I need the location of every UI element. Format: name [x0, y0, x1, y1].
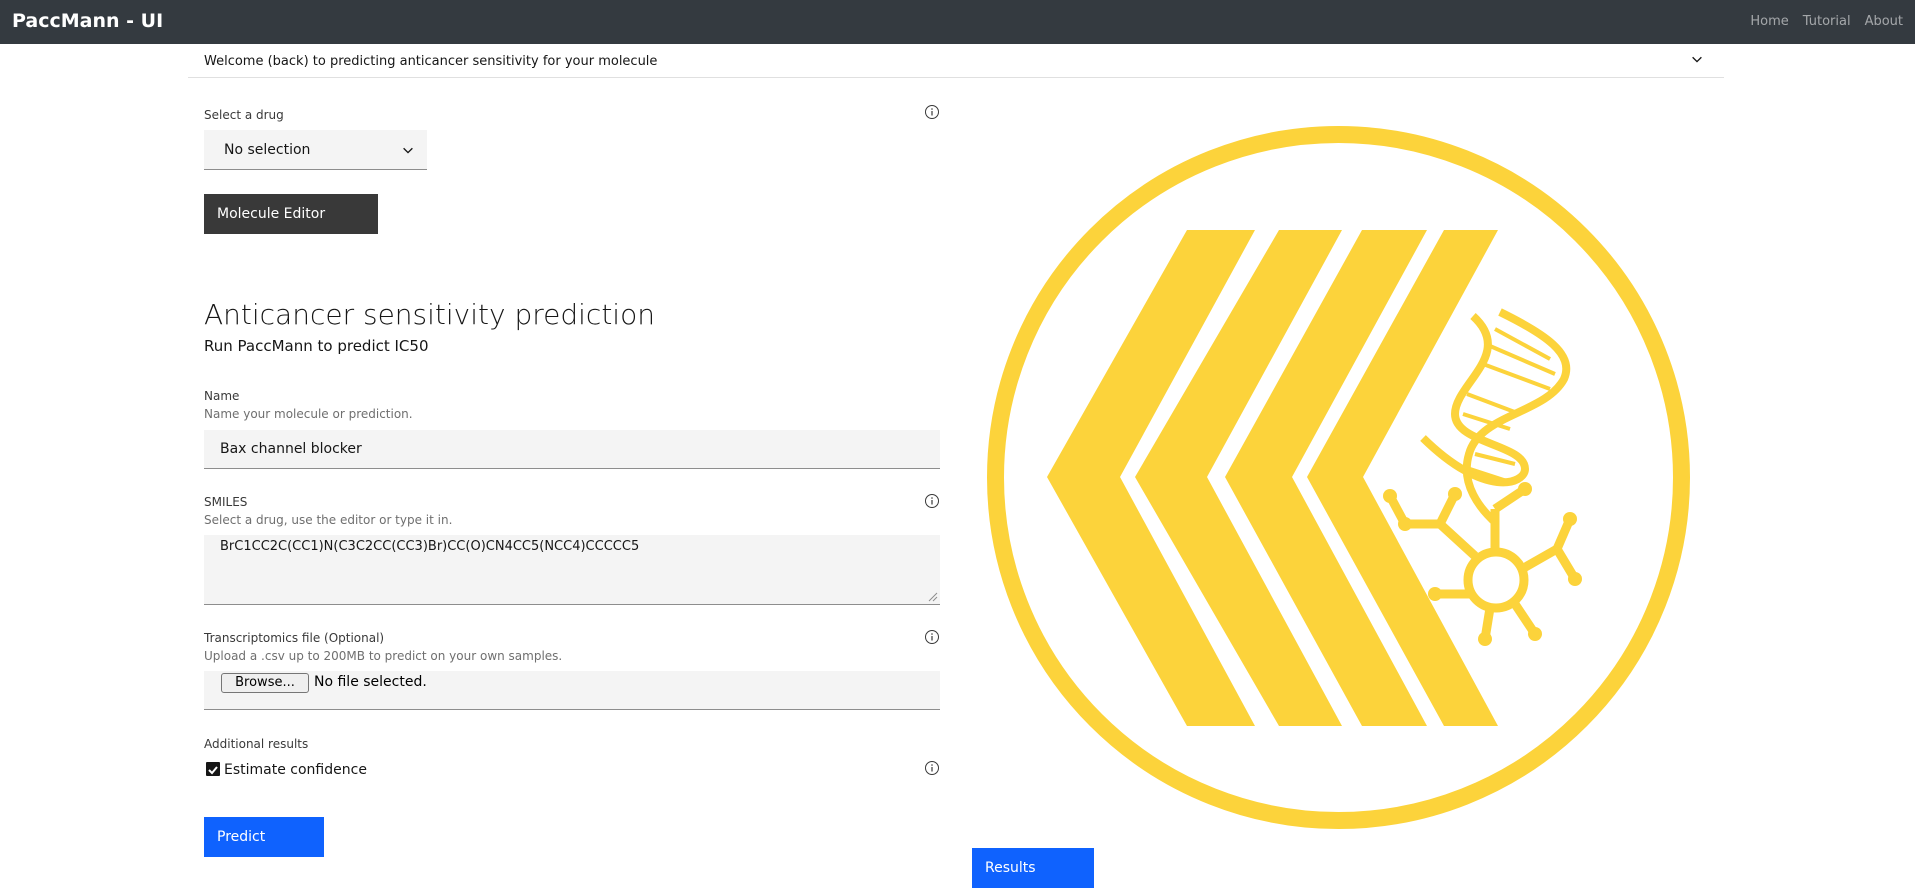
- browse-button[interactable]: Browse...: [221, 673, 309, 693]
- additional-results-label: Additional results: [204, 737, 309, 751]
- accordion-title: Welcome (back) to predicting anticancer …: [204, 54, 658, 69]
- paccmann-logo: [987, 126, 1690, 829]
- nav-link-about[interactable]: About: [1865, 14, 1903, 29]
- drug-select-label: Select a drug: [204, 108, 284, 122]
- estimate-confidence-checkbox[interactable]: [206, 762, 220, 776]
- smiles-label: SMILES: [204, 495, 248, 509]
- app-title[interactable]: PaccMann - UI: [12, 10, 163, 32]
- name-input-value: Bax channel blocker: [220, 441, 362, 457]
- info-icon[interactable]: [924, 493, 940, 509]
- file-status: No file selected.: [314, 674, 427, 690]
- predict-button[interactable]: Predict: [204, 817, 324, 857]
- smiles-value: BrC1CC2C(CC1)N(C3C2CC(CC3)Br)CC(O)CN4CC5…: [220, 539, 640, 554]
- nav-link-home[interactable]: Home: [1750, 14, 1788, 29]
- checkmark-icon: [208, 766, 218, 775]
- info-icon[interactable]: [924, 104, 940, 120]
- chevron-down-icon: [1692, 56, 1702, 63]
- info-icon[interactable]: [924, 629, 940, 645]
- nav-link-tutorial[interactable]: Tutorial: [1803, 14, 1851, 29]
- drug-select[interactable]: No selection: [204, 130, 427, 170]
- nav-links: Home Tutorial About: [1750, 14, 1903, 29]
- resize-handle-icon[interactable]: [927, 591, 938, 602]
- smiles-helper: Select a drug, use the editor or type it…: [204, 513, 453, 527]
- welcome-accordion[interactable]: Welcome (back) to predicting anticancer …: [188, 44, 1724, 78]
- name-input[interactable]: Bax channel blocker: [204, 430, 940, 469]
- name-label: Name: [204, 389, 240, 403]
- chevron-down-icon: [403, 147, 413, 154]
- smiles-textarea[interactable]: BrC1CC2C(CC1)N(C3C2CC(CC3)Br)CC(O)CN4CC5…: [204, 535, 940, 605]
- transcriptomics-label: Transcriptomics file (Optional): [204, 631, 385, 645]
- name-helper: Name your molecule or prediction.: [204, 407, 413, 421]
- results-button[interactable]: Results: [972, 848, 1094, 888]
- drug-select-value: No selection: [224, 142, 311, 158]
- page-subtitle: Run PaccMann to predict IC50: [204, 337, 429, 355]
- molecule-editor-button[interactable]: Molecule Editor: [204, 194, 378, 234]
- transcriptomics-helper: Upload a .csv up to 200MB to predict on …: [204, 649, 563, 663]
- page-title: Anticancer sensitivity prediction: [204, 298, 655, 331]
- estimate-confidence-label[interactable]: Estimate confidence: [224, 762, 367, 778]
- info-icon[interactable]: [924, 760, 940, 776]
- navbar: PaccMann - UI Home Tutorial About: [0, 0, 1915, 44]
- transcriptomics-file-input[interactable]: Browse... No file selected.: [204, 671, 940, 710]
